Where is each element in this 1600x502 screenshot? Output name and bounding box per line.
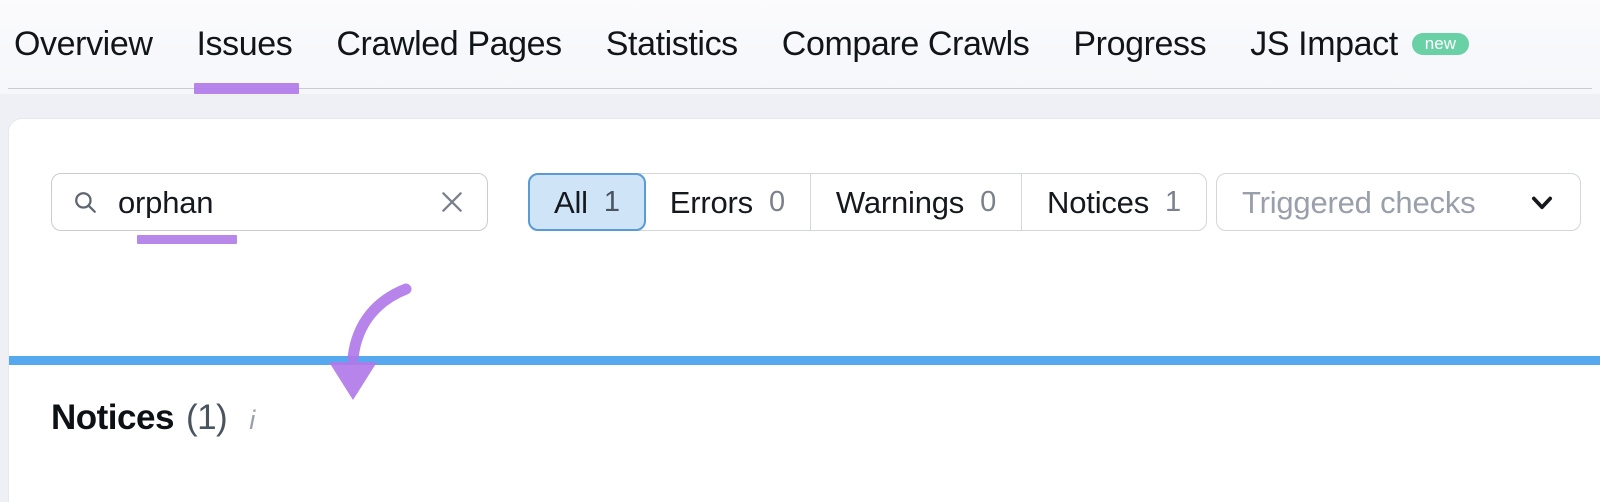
search-icon	[72, 189, 98, 215]
nav-tab-js-impact[interactable]: JS Impact new	[1228, 0, 1491, 88]
blue-separator-bar	[9, 356, 1600, 365]
app-root: Overview Issues Crawled Pages Statistics…	[0, 0, 1600, 502]
filter-tab-label: All	[554, 184, 588, 220]
nav-tab-crawled-pages[interactable]: Crawled Pages	[314, 0, 583, 88]
filter-tab-warnings[interactable]: Warnings 0	[811, 174, 1023, 230]
nav-tab-statistics[interactable]: Statistics	[584, 0, 760, 88]
filter-segmented-control: All 1 Errors 0 Warnings 0 Notices 1	[528, 173, 1207, 231]
triggered-checks-dropdown[interactable]: Triggered checks	[1216, 173, 1581, 231]
section-count: (1)	[185, 398, 228, 437]
nav-tab-issues[interactable]: Issues	[175, 0, 315, 88]
filter-tab-count: 0	[768, 185, 785, 218]
search-input-value: orphan	[118, 186, 214, 218]
nav-tab-label: Statistics	[605, 25, 738, 63]
nav-tab-label: Compare Crawls	[781, 25, 1030, 63]
search-annotation-underline	[137, 235, 237, 244]
nav-tab-compare-crawls[interactable]: Compare Crawls	[760, 0, 1052, 88]
search-input[interactable]: orphan	[51, 173, 488, 231]
nav-tab-label: Issues	[196, 25, 293, 63]
notices-heading: Notices (1) i	[51, 400, 255, 435]
content-card: orphan All 1 Errors 0 Warnings 0 Notices…	[8, 118, 1600, 502]
filter-tab-label: Warnings	[835, 184, 965, 220]
filter-tab-notices[interactable]: Notices 1	[1022, 174, 1206, 230]
top-navigation: Overview Issues Crawled Pages Statistics…	[0, 0, 1600, 94]
active-tab-annotation-underline	[194, 83, 299, 94]
issues-toolbar: orphan All 1 Errors 0 Warnings 0 Notices…	[51, 173, 1581, 244]
nav-tab-label: Progress	[1073, 25, 1207, 63]
info-icon[interactable]: i	[249, 407, 255, 434]
section-title: Notices	[51, 398, 174, 437]
filter-tab-all[interactable]: All 1	[528, 173, 646, 231]
filter-tab-count: 0	[980, 185, 997, 218]
nav-tab-progress[interactable]: Progress	[1051, 0, 1228, 88]
nav-items: Overview Issues Crawled Pages Statistics…	[8, 0, 1491, 88]
new-badge: new	[1411, 33, 1469, 55]
filter-tab-count: 1	[603, 185, 620, 218]
filter-tab-label: Notices	[1047, 184, 1150, 220]
nav-tab-label: Overview	[14, 25, 153, 63]
nav-tab-label: Crawled Pages	[336, 25, 562, 63]
nav-tab-label: JS Impact	[1250, 25, 1398, 63]
filter-tab-errors[interactable]: Errors 0	[645, 174, 811, 230]
close-icon[interactable]	[439, 189, 465, 215]
filter-tab-label: Errors	[669, 184, 753, 220]
dropdown-label: Triggered checks	[1242, 184, 1476, 220]
nav-tab-overview[interactable]: Overview	[8, 0, 175, 88]
chevron-down-icon	[1528, 188, 1556, 216]
filter-tab-count: 1	[1165, 185, 1181, 218]
